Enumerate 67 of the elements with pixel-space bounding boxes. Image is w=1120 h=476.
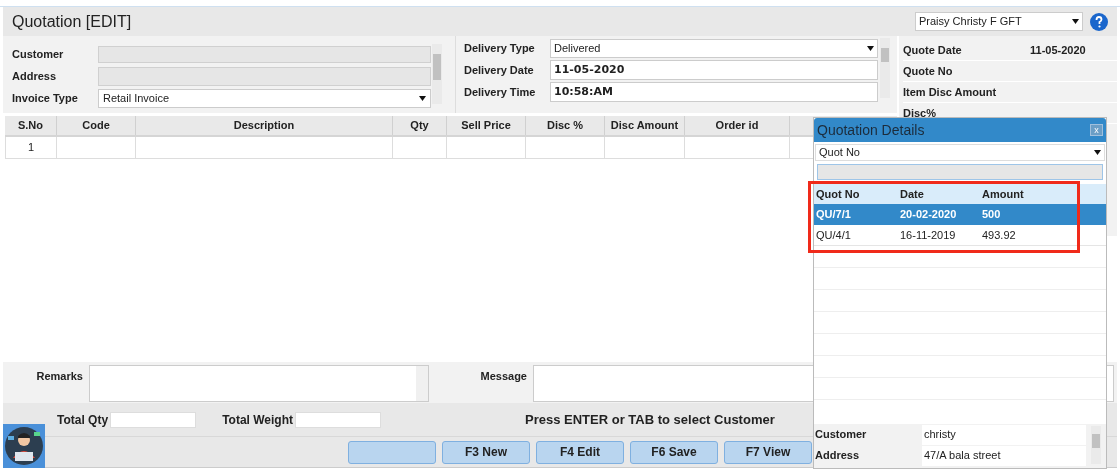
table-cell-text: 16-11-2019 — [899, 227, 957, 243]
column-header: S.No — [5, 116, 57, 135]
table-cell-text: 493.92 — [981, 227, 1017, 243]
hint-text: Press ENTER or TAB to select Customer — [525, 410, 775, 429]
summary-label: Disc% — [903, 105, 938, 121]
column-header: Amount — [981, 186, 1025, 202]
detail-value: 47/A bala street — [922, 445, 1086, 466]
delivery-type-select[interactable]: Delivered — [550, 38, 878, 58]
caret-icon — [1072, 19, 1079, 24]
caret-icon — [419, 96, 426, 101]
customer-field[interactable] — [98, 45, 431, 63]
search-by-select[interactable]: Quot No — [815, 144, 1105, 161]
page-title: Quotation [EDIT] — [12, 11, 132, 32]
address-field[interactable] — [98, 66, 431, 86]
table-cell-text: QU/7/1 — [815, 207, 852, 223]
table-cell-text: 20-02-2020 — [899, 207, 958, 223]
column-header: Disc % — [526, 116, 605, 135]
field-label: Delivery Date — [464, 62, 535, 78]
detail-label: Customer — [814, 427, 868, 443]
function-button[interactable]: F7 View — [724, 440, 812, 464]
quotation-row[interactable]: QU/7/1 20-02-2020 500 — [814, 204, 1106, 225]
summary-label: Quote Date — [903, 42, 963, 58]
summary-label: Quote No — [903, 63, 954, 79]
detail-label: Address — [814, 448, 861, 464]
field-label: Delivery Type — [464, 40, 536, 56]
remarks-label: Remarks — [35, 369, 84, 384]
help-icon[interactable] — [1090, 12, 1108, 31]
quotation-row[interactable]: QU/4/1 16-11-2019 493.92 — [814, 225, 1106, 246]
field-label: Delivery Time — [464, 84, 537, 100]
caret-icon — [1094, 150, 1101, 155]
remarks-field[interactable] — [89, 365, 429, 402]
total-weight-field[interactable] — [295, 411, 381, 428]
table-cell: 1 — [5, 137, 57, 158]
message-label: Message — [479, 369, 528, 384]
table-cell-text: 500 — [981, 207, 1002, 223]
scrollbar[interactable] — [1091, 426, 1101, 464]
function-button[interactable]: F3 New — [442, 440, 530, 464]
caret-icon — [867, 45, 874, 51]
field-label: Invoice Type — [12, 91, 79, 107]
scrollbar[interactable] — [432, 44, 442, 104]
column-header: Description — [136, 116, 393, 135]
field-label: Address — [12, 68, 58, 84]
total-qty-label: Total Qty — [57, 411, 109, 429]
input-field[interactable]: 11-05-2020 — [550, 60, 878, 80]
column-header: Sell Price — [447, 116, 526, 135]
column-header: Disc Amount — [605, 116, 685, 135]
detail-value: christy — [922, 424, 1086, 445]
input-field[interactable]: 10:58:AM — [550, 82, 878, 102]
column-header: Code — [57, 116, 136, 135]
field-label: Customer — [12, 46, 65, 62]
search-field[interactable] — [817, 164, 1103, 180]
column-header: Quot No — [815, 186, 861, 202]
function-button[interactable]: F6 Save — [630, 440, 718, 464]
user-select[interactable]: Praisy Christy F GFT — [915, 12, 1083, 31]
total-weight-label: Total Weight — [222, 411, 293, 429]
total-qty-field[interactable] — [110, 411, 197, 428]
blank-button[interactable] — [348, 440, 436, 464]
summary-label: Item Disc Amount — [903, 84, 998, 100]
column-header: Date — [899, 186, 925, 202]
scrollbar[interactable] — [880, 38, 890, 98]
invoice-type-select[interactable]: Retail Invoice — [98, 89, 431, 108]
dialog-title: Quotation Details — [817, 120, 925, 140]
table-cell-text: QU/4/1 — [815, 227, 852, 243]
function-button[interactable]: F4 Edit — [536, 440, 624, 464]
summary-value: 11-05-2020 — [1030, 42, 1086, 58]
column-header: Order id — [685, 116, 790, 135]
column-header: Qty — [393, 116, 447, 135]
